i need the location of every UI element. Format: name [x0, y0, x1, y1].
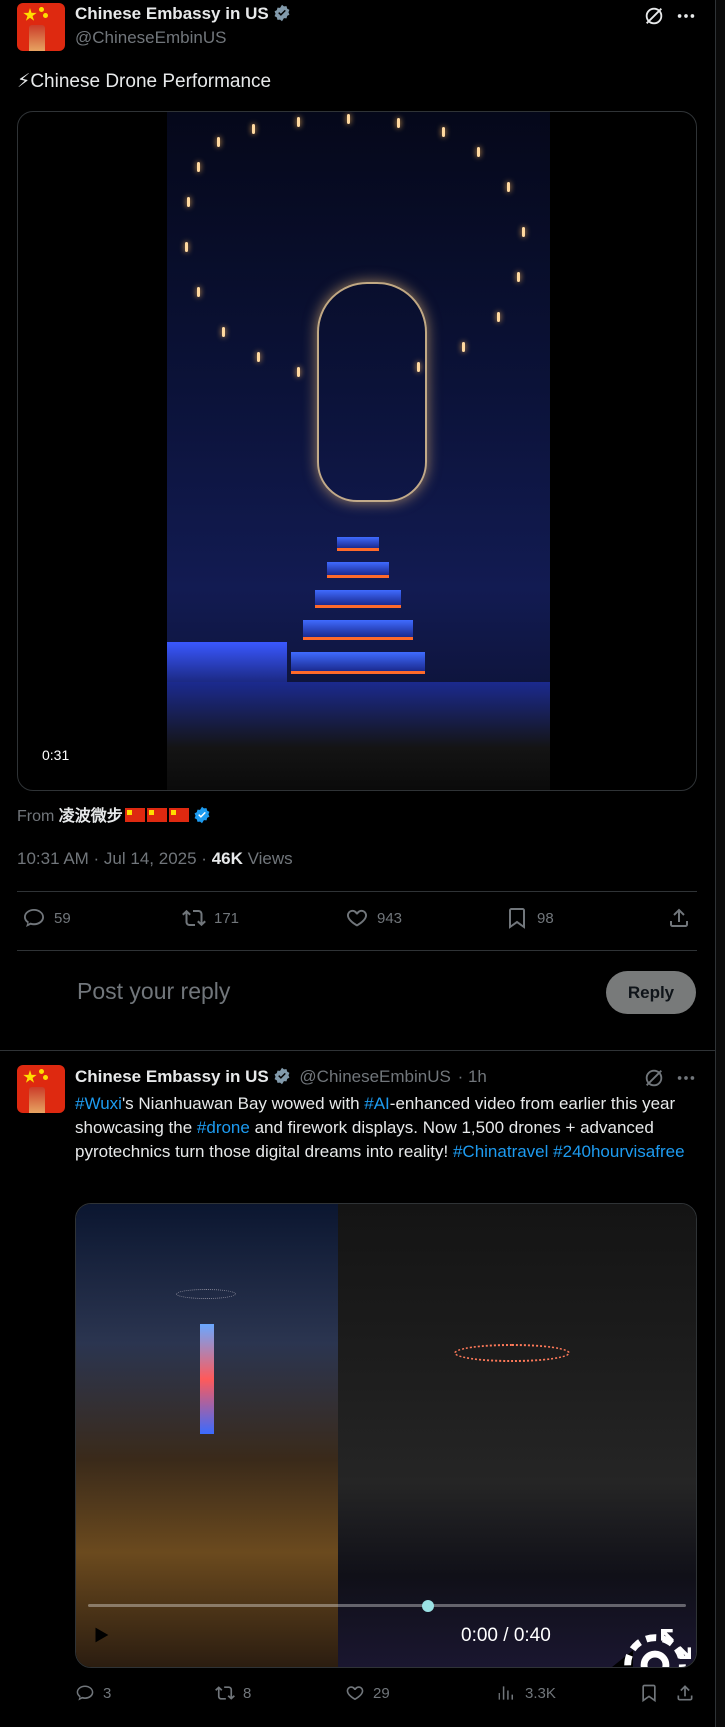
reply-icon	[76, 1685, 94, 1701]
reply-video[interactable]: 0:00 / 0:40	[75, 1203, 697, 1668]
analytics-icon	[498, 1686, 513, 1700]
like-count: 943	[377, 909, 403, 927]
grok-icon[interactable]	[643, 5, 665, 27]
reply-icon	[24, 909, 44, 927]
video-progress-bar[interactable]	[88, 1604, 686, 1607]
action-bar: 59 171 943 98	[17, 906, 697, 938]
bookmark-icon	[642, 1684, 656, 1703]
bookmark-icon	[509, 908, 525, 929]
divider	[17, 950, 697, 951]
from-attribution: From 凌波微步	[17, 802, 211, 826]
author-avatar[interactable]	[17, 3, 65, 51]
tweet-text: ⚡Chinese Drone Performance	[17, 71, 272, 92]
main-video[interactable]: 0:31	[17, 111, 697, 791]
bookmark-action[interactable]: 98	[505, 906, 554, 930]
hashtag-link[interactable]: #Wuxi	[75, 1094, 122, 1113]
verified-badge-icon	[274, 4, 290, 22]
scrollbar[interactable]	[716, 0, 725, 1727]
reply-count: 59	[54, 909, 71, 927]
reply-tweet-text: #Wuxi's Nianhuawan Bay wowed with #AI-en…	[75, 1092, 705, 1164]
repost-icon	[182, 909, 206, 927]
more-options-icon[interactable]	[675, 1067, 697, 1089]
video-frame	[167, 112, 550, 790]
video-right-panel	[338, 1204, 696, 1667]
divider	[17, 891, 697, 892]
fullscreen-icon[interactable]	[656, 1624, 696, 1664]
bookmark-action[interactable]	[639, 1683, 659, 1703]
video-scrubber[interactable]	[422, 1600, 434, 1612]
views-action[interactable]: 3.3K	[497, 1683, 556, 1703]
like-count: 29	[373, 1684, 390, 1702]
reply-author-name-text[interactable]: Chinese Embassy in US	[75, 1067, 269, 1086]
reply-author-handle[interactable]: @ChineseEmbinUS	[299, 1067, 450, 1086]
timestamp[interactable]: 10:31 AM · Jul 14, 2025 ·	[17, 849, 207, 868]
share-icon	[670, 908, 688, 927]
china-flag-icon	[146, 808, 167, 822]
repost-count: 171	[214, 909, 240, 927]
hashtag-link[interactable]: #Chinatravel	[453, 1142, 548, 1161]
reply-action-bar: 3 8 29 3.3K	[75, 1683, 697, 1711]
play-icon[interactable]	[90, 1624, 112, 1646]
reply-author-avatar[interactable]	[17, 1065, 65, 1113]
video-duration: 0:31	[36, 744, 76, 766]
verified-badge-icon	[194, 806, 210, 824]
bookmark-count: 98	[537, 909, 554, 927]
reply-button[interactable]: Reply	[606, 971, 696, 1014]
more-options-icon[interactable]	[675, 5, 697, 27]
author-name-text[interactable]: Chinese Embassy in US	[75, 4, 269, 23]
timeline-column: Chinese Embassy in US @ChineseEmbinUS ⚡C…	[0, 0, 716, 1727]
heart-icon	[346, 1686, 364, 1701]
share-icon	[677, 1685, 693, 1701]
share-action[interactable]	[667, 906, 691, 930]
crowd	[167, 682, 550, 790]
hashtag-link[interactable]: #drone	[197, 1118, 250, 1137]
reply-input[interactable]: Post your reply	[77, 978, 230, 1005]
hashtag-link[interactable]: #240hourvisafree	[553, 1142, 684, 1161]
share-action[interactable]	[675, 1683, 695, 1703]
china-flag-icon	[168, 808, 189, 822]
repost-action[interactable]: 8	[215, 1683, 251, 1703]
like-action[interactable]: 29	[345, 1683, 390, 1703]
verified-badge-icon	[274, 1067, 290, 1085]
hashtag-link[interactable]: #AI	[364, 1094, 390, 1113]
views-label: Views	[247, 849, 293, 868]
author-name[interactable]: Chinese Embassy in US	[75, 4, 291, 24]
reply-action[interactable]: 59	[22, 906, 71, 930]
drone-hand-formation	[317, 282, 427, 502]
reply-author-name[interactable]: Chinese Embassy in US @ChineseEmbinUS · …	[75, 1067, 487, 1087]
reply-action[interactable]: 3	[75, 1683, 111, 1703]
from-user[interactable]: 凌波微步	[59, 808, 123, 825]
drone-ring	[454, 1344, 570, 1362]
reply-time[interactable]: · 1h	[458, 1067, 487, 1086]
repost-count: 8	[243, 1684, 252, 1702]
video-time: 0:00 / 0:40	[461, 1625, 551, 1646]
reply-count: 3	[103, 1684, 112, 1702]
like-action[interactable]: 943	[345, 906, 402, 930]
views-count: 46K	[211, 849, 243, 868]
view-count: 3.3K	[525, 1684, 556, 1702]
grok-icon[interactable]	[643, 1067, 665, 1089]
author-handle[interactable]: @ChineseEmbinUS	[75, 28, 226, 48]
section-divider	[0, 1050, 716, 1051]
from-label: From	[17, 808, 55, 825]
repost-action[interactable]: 171	[182, 906, 239, 930]
video-left-panel	[76, 1204, 338, 1667]
heart-icon	[347, 909, 367, 927]
repost-icon	[215, 1686, 235, 1700]
text-segment: 's Nianhuawan Bay wowed with	[121, 1094, 365, 1113]
china-flag-icon	[124, 808, 145, 822]
tweet-meta: 10:31 AM · Jul 14, 2025 · 46K Views	[17, 849, 293, 869]
